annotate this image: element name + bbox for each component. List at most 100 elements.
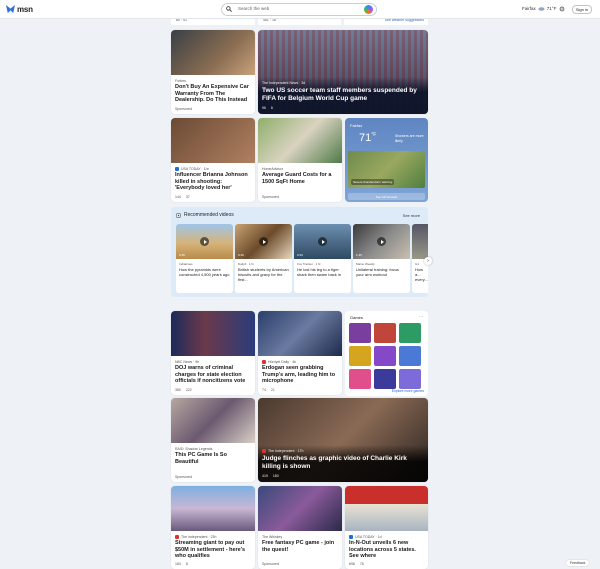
like-count[interactable]: 96 xyxy=(262,106,266,110)
sponsored-label: Sponsored xyxy=(175,475,192,479)
like-count[interactable]: 74 xyxy=(262,388,266,392)
card-image xyxy=(171,311,255,356)
video-source: Maine Weekly xyxy=(356,262,375,266)
card-source: HomeAdvisor xyxy=(262,167,284,171)
feedback-button[interactable]: Feedback xyxy=(566,560,590,566)
card-source: USA TODAY · 1hr xyxy=(175,167,251,171)
card-title: Judge flinches as graphic video of Charl… xyxy=(262,455,407,470)
game-tile[interactable] xyxy=(349,323,371,343)
comment-count[interactable]: 76 xyxy=(360,562,364,566)
sponsored-label: Sponsored xyxy=(262,195,279,199)
card-source: The Independent · 23h xyxy=(175,535,251,539)
weather-card[interactable]: Fairfax 71°F Showers are more likely Sev… xyxy=(345,118,428,202)
video-source: Daily3 · 1 hr xyxy=(238,262,255,266)
sponsored-label: Sponsored xyxy=(175,107,192,111)
carousel-next-button[interactable]: › xyxy=(424,257,432,265)
play-icon xyxy=(200,237,209,246)
card-image xyxy=(258,311,342,356)
card-source: NBC News · 9h xyxy=(175,360,200,364)
like-count[interactable]: 698 xyxy=(349,562,355,566)
butterfly-icon xyxy=(6,5,15,14)
video-card[interactable]: 0:46 Indiatimes How the pyramids were co… xyxy=(176,224,233,293)
search-placeholder: Search the web xyxy=(238,6,270,11)
see-more-link[interactable]: See more xyxy=(403,213,420,218)
full-forecast-button[interactable]: See full forecast xyxy=(348,193,425,200)
news-card-forbes[interactable]: Forbes Don't Buy An Expensive Car Warran… xyxy=(171,30,255,114)
more-options-icon[interactable]: ··· xyxy=(419,314,423,319)
card-source: RAID: Shadow Legends xyxy=(175,447,213,451)
video-duration: 0:46 xyxy=(179,253,185,257)
video-title: How the pyramids were constructed 4,500 … xyxy=(179,267,230,277)
header-weather[interactable]: Fairfax 71°F xyxy=(522,6,556,11)
msn-logo[interactable]: msn xyxy=(6,5,33,14)
card-image xyxy=(258,486,342,531)
video-thumbnail: 1:45 xyxy=(353,224,410,259)
video-thumbnail: 0:16 xyxy=(235,224,292,259)
recommended-title: Recommended videos xyxy=(184,212,234,218)
chevron-right-icon: › xyxy=(427,258,429,264)
card-title: This PC Game Is So Beautiful xyxy=(175,452,227,465)
comment-count[interactable]: 21 xyxy=(271,388,275,392)
video-duration: 1:45 xyxy=(356,253,362,257)
card-title: Erdogan seen grabbing Trump's arm, leadi… xyxy=(262,365,336,384)
card-image xyxy=(171,398,255,443)
weather-alert[interactable]: Severe thunderstorm warning xyxy=(351,179,395,185)
comment-count[interactable]: 37 xyxy=(186,195,190,199)
game-tile[interactable] xyxy=(374,346,396,366)
comment-count[interactable]: 8 xyxy=(186,562,188,566)
settings-gear-icon[interactable] xyxy=(559,6,565,12)
news-card-erdogan[interactable]: Hürriyet Daily · 4h Erdogan seen grabbin… xyxy=(258,311,342,395)
news-card-fantasy[interactable]: The Whiskey Free fantasy PC game - join … xyxy=(258,486,342,569)
card-image xyxy=(171,30,255,75)
news-card-guard[interactable]: HomeAdvisor Average Guard Costs for a 15… xyxy=(258,118,342,202)
card-source: Forbes xyxy=(175,79,186,83)
news-card-judge[interactable]: The Independent · 17h Judge flinches as … xyxy=(258,398,428,482)
news-card-streaming[interactable]: The Independent · 23h Streaming giant to… xyxy=(171,486,255,569)
video-title: How a... every... xyxy=(415,267,428,282)
video-icon xyxy=(176,213,181,217)
game-tile[interactable] xyxy=(399,369,421,389)
news-card-doj[interactable]: NBC News · 9h DOJ warns of criminal char… xyxy=(171,311,255,395)
card-source: The Independent News · 3d xyxy=(262,81,306,85)
news-card-soccer[interactable]: The Independent News · 3d Two US soccer … xyxy=(258,30,428,114)
card-source: Hürriyet Daily · 4h xyxy=(262,360,338,364)
copilot-icon[interactable] xyxy=(364,5,373,14)
game-tile[interactable] xyxy=(349,346,371,366)
video-duration: 0:33 xyxy=(297,253,303,257)
play-icon xyxy=(377,237,386,246)
news-card-pc-game[interactable]: RAID: Shadow Legends This PC Game Is So … xyxy=(171,398,255,482)
comment-count[interactable]: 222 xyxy=(186,388,192,392)
video-card[interactable]: 1:45 Maine Weekly Unilateral training: f… xyxy=(353,224,410,293)
card-title: Influencer Brianna Johnson killed in sho… xyxy=(175,172,248,191)
comment-count[interactable]: 180 xyxy=(273,474,279,478)
game-tile[interactable] xyxy=(374,323,396,343)
signin-button[interactable]: Sign in xyxy=(572,5,592,14)
card-title: Don't Buy An Expensive Car Warranty From… xyxy=(175,84,249,103)
search-icon xyxy=(226,6,232,12)
news-card-innout[interactable]: USA TODAY · 1d In-N-Out unveils 6 new lo… xyxy=(345,486,428,569)
weather-location: Fairfax xyxy=(522,6,536,11)
game-tile[interactable] xyxy=(349,369,371,389)
video-card[interactable]: 0:33 Fox Tracker · 1 hr He lost his leg … xyxy=(294,224,351,293)
card-source: USA TODAY · 1d xyxy=(349,535,424,539)
game-tile[interactable] xyxy=(374,369,396,389)
video-thumbnail xyxy=(412,224,428,259)
weather-condition: Showers are more likely xyxy=(395,134,424,143)
game-tile[interactable] xyxy=(399,323,421,343)
sponsored-label: Sponsored xyxy=(262,562,279,566)
video-card[interactable]: 0:16 Daily3 · 1 hr British students try … xyxy=(235,224,292,293)
news-card-brianna[interactable]: USA TODAY · 1hr Influencer Brianna Johns… xyxy=(171,118,255,202)
video-source: Fox Tracker · 1 hr xyxy=(297,262,321,266)
card-source: The Independent · 17h xyxy=(262,449,424,453)
like-count[interactable]: 419 xyxy=(262,474,268,478)
like-count[interactable]: 184 xyxy=(175,562,181,566)
game-tile[interactable] xyxy=(399,346,421,366)
video-title: He lost his leg to a tiger shark then sw… xyxy=(297,267,342,277)
video-thumbnail: 0:33 xyxy=(294,224,351,259)
play-icon xyxy=(318,237,327,246)
comment-count[interactable]: 8 xyxy=(271,106,273,110)
like-count[interactable]: 380 xyxy=(175,388,181,392)
explore-games-link[interactable]: Explore more games xyxy=(392,389,424,393)
search-box[interactable]: Search the web xyxy=(221,3,377,16)
like-count[interactable]: 144 xyxy=(175,195,181,199)
